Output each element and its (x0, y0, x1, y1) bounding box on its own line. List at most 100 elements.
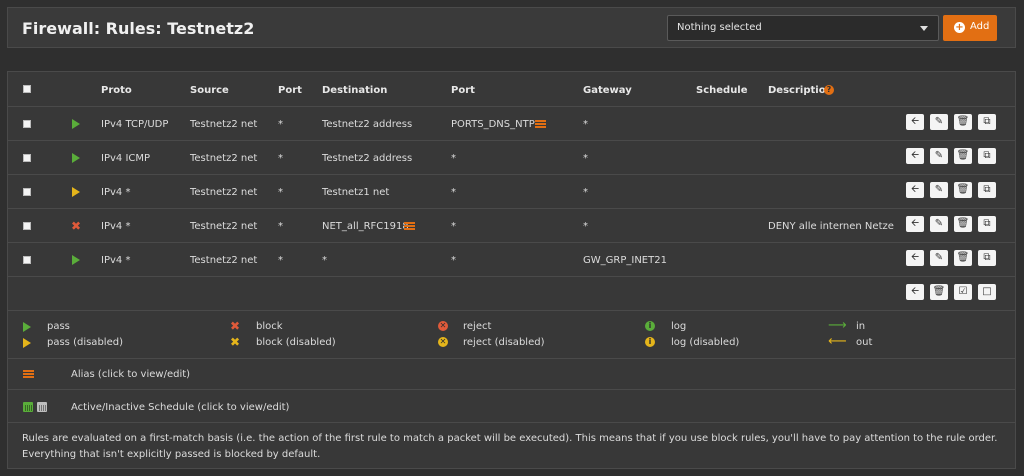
move-arrow-left-icon[interactable]: 🡨 (906, 182, 924, 198)
copy-clone-icon[interactable]: ⧉ (978, 216, 996, 232)
rule-destination-port: * (451, 221, 456, 232)
col-destination: Destination (322, 85, 388, 96)
rule-destination-port: * (451, 255, 456, 266)
log-disabled-icon: i (645, 337, 655, 347)
legend-log-disabled: log (disabled) (671, 337, 740, 348)
legend-schedule: Active/Inactive Schedule (click to view/… (71, 402, 290, 413)
row-checkbox[interactable] (23, 120, 31, 128)
edit-pencil-icon[interactable]: ✎ (930, 250, 948, 266)
calendar-active-icon (23, 402, 33, 412)
legend-pass: pass (47, 321, 70, 332)
table-header-row: Proto Source Port Destination Port Gatew… (8, 72, 1015, 107)
arrow-in-icon: ⟶ (828, 318, 847, 333)
move-arrow-left-icon[interactable]: 🡨 (906, 216, 924, 232)
legend-log: log (671, 321, 687, 332)
add-rule-button[interactable]: + Add (943, 15, 997, 41)
rule-destination[interactable]: NET_all_RFC1918 (322, 221, 409, 232)
rule-proto: IPv4 * (101, 255, 131, 266)
row-checkbox[interactable] (23, 188, 31, 196)
legend-pass-disabled: pass (disabled) (47, 337, 123, 348)
schedule-legend-row: Active/Inactive Schedule (click to view/… (8, 390, 1015, 423)
page-title: Firewall: Rules: Testnetz2 (22, 19, 255, 38)
col-description: Description (768, 85, 833, 96)
rule-proto: IPv4 * (101, 187, 131, 198)
alias-icon[interactable] (404, 222, 415, 231)
rule-source-port: * (278, 221, 283, 232)
help-icon[interactable]: ? (824, 85, 834, 95)
pass-icon (23, 322, 31, 332)
table-row: ✖ IPv4 * Testnetz2 net * NET_all_RFC1918… (8, 209, 1015, 243)
select-all-checkbox[interactable] (23, 85, 31, 93)
rules-note: Rules are evaluated on a first-match bas… (22, 433, 998, 460)
alias-icon[interactable] (535, 120, 546, 129)
rule-destination: * (322, 255, 327, 266)
rule-source: Testnetz2 net (190, 153, 258, 164)
table-row: IPv4 * Testnetz2 net * Testnetz1 net * *… (8, 175, 1015, 209)
pass-disabled-icon[interactable] (72, 187, 80, 197)
table-row: IPv4 TCP/UDP Testnetz2 net * Testnetz2 a… (8, 107, 1015, 141)
arrow-out-icon: ⟵ (828, 334, 847, 349)
rule-gateway: * (583, 153, 588, 164)
move-arrow-left-icon[interactable]: 🡨 (906, 148, 924, 164)
edit-pencil-icon[interactable]: ✎ (930, 114, 948, 130)
rule-gateway: * (583, 221, 588, 232)
copy-clone-icon[interactable]: ⧉ (978, 182, 996, 198)
delete-trash-icon[interactable]: 🗑 (954, 250, 972, 266)
legend-alias: Alias (click to view/edit) (71, 369, 191, 380)
delete-trash-icon[interactable]: 🗑 (954, 182, 972, 198)
enable-selected-check-icon[interactable]: ☑ (954, 284, 972, 300)
block-icon: ✖ (230, 319, 241, 333)
rule-destination-port: * (451, 187, 456, 198)
delete-trash-icon[interactable]: 🗑 (954, 114, 972, 130)
row-checkbox[interactable] (23, 222, 31, 230)
caret-down-icon (920, 26, 928, 31)
block-disabled-icon: ✖ (230, 335, 241, 349)
category-select-value: Nothing selected (677, 22, 762, 33)
edit-pencil-icon[interactable]: ✎ (930, 216, 948, 232)
alias-legend-row: Alias (click to view/edit) (8, 359, 1015, 390)
bulk-actions-row: 🡨 🗑 ☑ □ (8, 277, 1015, 311)
category-select[interactable]: Nothing selected (667, 15, 939, 41)
pass-icon[interactable] (72, 255, 80, 265)
copy-clone-icon[interactable]: ⧉ (978, 148, 996, 164)
col-schedule: Schedule (696, 85, 748, 96)
copy-clone-icon[interactable]: ⧉ (978, 250, 996, 266)
add-rule-label: Add (970, 21, 990, 32)
plus-circle-icon: + (954, 22, 965, 33)
rule-source: Testnetz2 net (190, 221, 258, 232)
row-checkbox[interactable] (23, 154, 31, 162)
rule-proto: IPv4 TCP/UDP (101, 119, 169, 130)
rule-destination-port[interactable]: PORTS_DNS_NTP (451, 119, 535, 130)
rule-destination: Testnetz2 address (322, 153, 413, 164)
table-row: IPv4 * Testnetz2 net * * * GW_GRP_INET21… (8, 243, 1015, 277)
legend-row: pass pass (disabled) ✖ block ✖ block (di… (8, 311, 1015, 359)
move-selected-arrow-left-icon[interactable]: 🡨 (906, 284, 924, 300)
rule-destination: Testnetz1 net (322, 187, 390, 198)
rule-source-port: * (278, 119, 283, 130)
row-checkbox[interactable] (23, 256, 31, 264)
rule-source: Testnetz2 net (190, 119, 258, 130)
col-source: Source (190, 85, 229, 96)
delete-trash-icon[interactable]: 🗑 (954, 216, 972, 232)
delete-trash-icon[interactable]: 🗑 (954, 148, 972, 164)
pass-icon[interactable] (72, 119, 80, 129)
rule-gateway: * (583, 187, 588, 198)
legend-reject: reject (463, 321, 492, 332)
block-icon[interactable]: ✖ (71, 220, 81, 232)
delete-selected-trash-icon[interactable]: 🗑 (930, 284, 948, 300)
alias-icon (23, 370, 34, 379)
col-proto: Proto (101, 85, 132, 96)
rule-source: Testnetz2 net (190, 187, 258, 198)
move-arrow-left-icon[interactable]: 🡨 (906, 250, 924, 266)
rule-proto: IPv4 ICMP (101, 153, 151, 164)
rule-source-port: * (278, 153, 283, 164)
edit-pencil-icon[interactable]: ✎ (930, 148, 948, 164)
rule-source-port: * (278, 255, 283, 266)
table-row: IPv4 ICMP Testnetz2 net * Testnetz2 addr… (8, 141, 1015, 175)
rule-destination-port: * (451, 153, 456, 164)
edit-pencil-icon[interactable]: ✎ (930, 182, 948, 198)
copy-clone-icon[interactable]: ⧉ (978, 114, 996, 130)
disable-selected-square-icon[interactable]: □ (978, 284, 996, 300)
move-arrow-left-icon[interactable]: 🡨 (906, 114, 924, 130)
pass-icon[interactable] (72, 153, 80, 163)
